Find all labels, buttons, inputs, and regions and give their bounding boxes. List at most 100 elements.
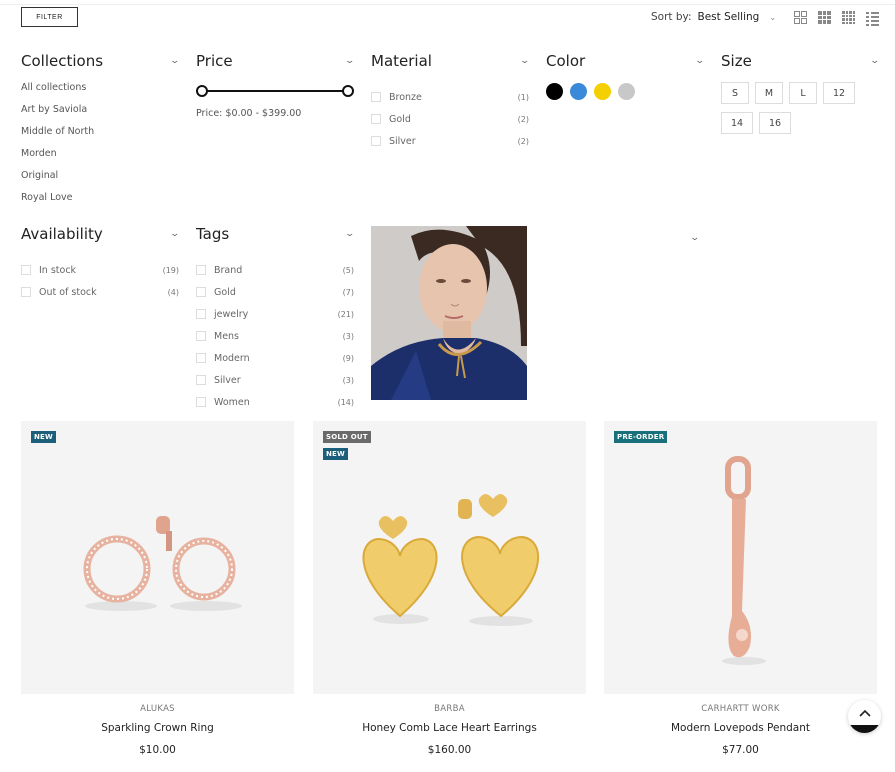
color-swatch[interactable] — [546, 83, 563, 100]
product-info: ALUKAS Sparkling Crown Ring $10.00 — [21, 704, 294, 756]
filter-collections-header[interactable]: Collections ⌄ — [21, 52, 181, 70]
collection-link[interactable]: Morden — [21, 147, 179, 169]
checkbox[interactable] — [196, 309, 206, 319]
chevron-down-icon: ⌄ — [769, 12, 777, 22]
product-name[interactable]: Modern Lovepods Pendant — [604, 722, 877, 734]
checkbox[interactable] — [196, 265, 206, 275]
filter-option[interactable]: Brand (5) — [196, 259, 354, 281]
top-divider — [0, 4, 895, 5]
collection-link[interactable]: Middle of North — [21, 125, 179, 147]
checkbox[interactable] — [371, 136, 381, 146]
chevron-down-icon: ⌄ — [169, 56, 181, 66]
filter-option[interactable]: Gold (2) — [371, 108, 529, 130]
filter-option-count: (7) — [342, 287, 354, 297]
filter-option-count: (19) — [162, 265, 179, 275]
sort-value[interactable]: Best Selling — [698, 11, 760, 23]
product-vendor[interactable]: ALUKAS — [21, 704, 294, 714]
collection-link[interactable]: Art by Saviola — [21, 103, 179, 125]
model-necklace-photo — [371, 226, 527, 400]
product-vendor[interactable]: CARHARTT WORK — [604, 704, 877, 714]
checkbox[interactable] — [371, 114, 381, 124]
price-min-handle[interactable] — [196, 85, 208, 97]
filter-option[interactable]: Mens (3) — [196, 325, 354, 347]
product-card-image[interactable]: NEW — [21, 421, 294, 694]
filter-option[interactable]: Silver (3) — [196, 369, 354, 391]
back-to-top-button[interactable] — [848, 700, 881, 733]
size-option[interactable]: 16 — [759, 112, 791, 134]
product-name[interactable]: Sparkling Crown Ring — [21, 722, 294, 734]
filter-option-label: Gold — [389, 113, 411, 125]
collection-link[interactable]: All collections — [21, 81, 179, 103]
filter-option[interactable]: Modern (9) — [196, 347, 354, 369]
color-swatch[interactable] — [594, 83, 611, 100]
grid-3-icon[interactable] — [818, 11, 831, 24]
filter-option-left: Out of stock — [21, 287, 97, 298]
filter-material-header[interactable]: Material ⌄ — [371, 52, 531, 70]
checkbox[interactable] — [196, 397, 206, 407]
grid-2-icon[interactable] — [794, 11, 807, 24]
checkbox[interactable] — [196, 375, 206, 385]
filter-option-count: (2) — [517, 136, 529, 146]
material-list: Bronze (1) Gold (2) Silver (2) — [371, 86, 529, 152]
checkbox[interactable] — [21, 287, 31, 297]
filter-tags-header[interactable]: Tags ⌄ — [196, 225, 356, 243]
filter-option-left: Bronze — [371, 92, 422, 103]
filter-option-label: Silver — [389, 135, 416, 147]
size-option[interactable]: S — [721, 82, 749, 104]
filter-price: Price ⌄ Price: $0.00 - $399.00 — [196, 52, 356, 119]
filter-option[interactable]: Bronze (1) — [371, 86, 529, 108]
filter-option[interactable]: In stock (19) — [21, 259, 179, 281]
price-max-handle[interactable] — [342, 85, 354, 97]
product-card-image[interactable]: SOLD OUT NEW — [313, 421, 586, 694]
product-name[interactable]: Honey Comb Lace Heart Earrings — [313, 722, 586, 734]
promo-banner-image[interactable] — [371, 226, 527, 400]
filter-material: Material ⌄ Bronze (1) Gold (2) Silver (2) — [371, 52, 531, 152]
filter-collections: Collections ⌄ All collections Art by Savi… — [21, 52, 181, 213]
chevron-down-icon: ⌄ — [519, 56, 531, 66]
product-vendor[interactable]: BARBA — [313, 704, 586, 714]
size-option[interactable]: 12 — [823, 82, 855, 104]
filter-color-header[interactable]: Color ⌄ — [546, 52, 706, 70]
collection-link[interactable]: Royal Love — [21, 191, 179, 213]
list-view-icon[interactable] — [866, 11, 879, 26]
filter-option-label: Gold — [214, 286, 236, 298]
filter-option-count: (1) — [517, 92, 529, 102]
filter-option-count: (3) — [342, 331, 354, 341]
filter-option[interactable]: Women (14) — [196, 391, 354, 413]
product-card-image[interactable]: PRE-ORDER — [604, 421, 877, 694]
sort-dropdown[interactable]: Sort by: Best Selling ⌄ — [651, 11, 776, 23]
filter-option-count: (14) — [337, 397, 354, 407]
badge-sold-out: SOLD OUT — [323, 431, 371, 443]
price-range-slider[interactable] — [196, 84, 354, 98]
filter-size-header[interactable]: Size ⌄ — [721, 52, 881, 70]
filter-price-header[interactable]: Price ⌄ — [196, 52, 356, 70]
checkbox[interactable] — [196, 353, 206, 363]
filter-tags: Tags ⌄ Brand (5) Gold (7) jewelry (21) Mens (3)… — [196, 225, 356, 413]
size-option[interactable]: 14 — [721, 112, 753, 134]
filter-option[interactable]: Out of stock (4) — [21, 281, 179, 303]
checkbox[interactable] — [371, 92, 381, 102]
filter-option-count: (21) — [337, 309, 354, 319]
color-swatch[interactable] — [570, 83, 587, 100]
filter-option[interactable]: Gold (7) — [196, 281, 354, 303]
chevron-down-icon: ⌄ — [694, 56, 706, 66]
grid-4-icon[interactable] — [842, 11, 855, 24]
filter-title: Collections — [21, 52, 104, 70]
checkbox[interactable] — [21, 265, 31, 275]
filter-option-label: Mens — [214, 330, 240, 342]
filter-availability-header[interactable]: Availability ⌄ — [21, 225, 181, 243]
filter-option[interactable]: Silver (2) — [371, 130, 529, 152]
size-option[interactable]: L — [789, 82, 817, 104]
collection-link[interactable]: Original — [21, 169, 179, 191]
checkbox[interactable] — [196, 287, 206, 297]
filter-option-count: (4) — [167, 287, 179, 297]
filter-option[interactable]: jewelry (21) — [196, 303, 354, 325]
size-option[interactable]: M — [755, 82, 783, 104]
chevron-down-icon[interactable]: ⌄ — [689, 225, 700, 244]
checkbox[interactable] — [196, 331, 206, 341]
filter-button[interactable]: FILTER — [21, 7, 78, 27]
filter-option-left: Silver — [371, 136, 416, 147]
filter-option-left: In stock — [21, 265, 76, 276]
color-swatch[interactable] — [618, 83, 635, 100]
chevron-down-icon: ⌄ — [344, 56, 356, 66]
